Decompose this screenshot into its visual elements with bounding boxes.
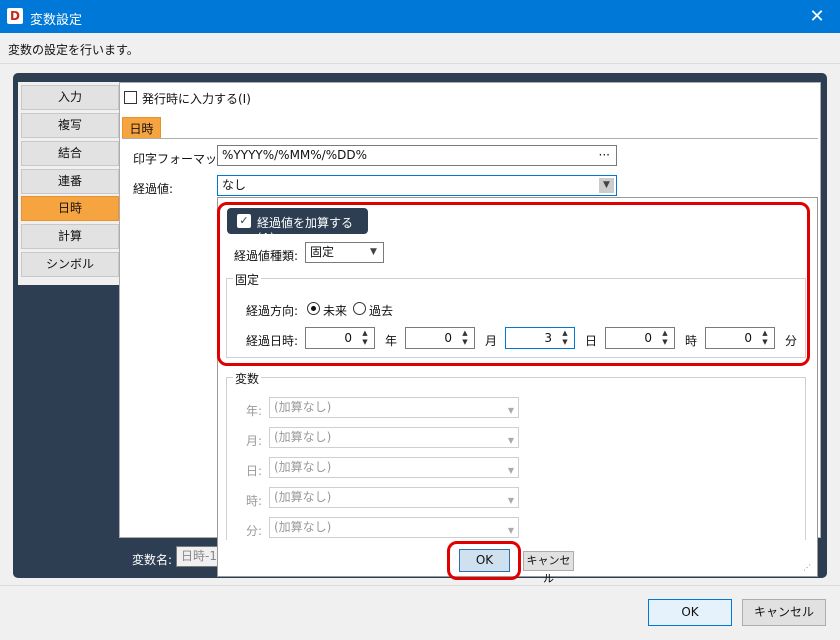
elapsed-value: なし	[222, 178, 247, 192]
tab-datetime[interactable]: 日時	[122, 117, 161, 139]
print-format-field[interactable]: %YYYY%/%MM%/%DD% ···	[217, 145, 617, 166]
spinner-arrows-icon[interactable]: ▲ ▼	[758, 329, 772, 347]
spin-minute-value: 0	[744, 331, 752, 345]
var-name-field[interactable]: 日時-1	[176, 546, 218, 567]
unit-hour: 時	[685, 334, 698, 348]
elapsed-select[interactable]: なし ▼	[217, 175, 617, 196]
unit-year: 年	[385, 334, 398, 348]
chevron-down-icon: ▼	[507, 496, 514, 505]
unit-day: 日	[585, 334, 598, 348]
format-browse-button[interactable]: ···	[599, 146, 610, 165]
var-month-select[interactable]: (加算なし) ▼	[269, 427, 519, 448]
spin-minute[interactable]: 0 ▲ ▼	[705, 327, 775, 349]
nav-item-symbol[interactable]: シンボル	[21, 252, 119, 277]
nav-item-join[interactable]: 結合	[21, 141, 119, 166]
variable-group-title: 変数	[233, 370, 262, 387]
print-format-value: %YYYY%/%MM%/%DD%	[222, 148, 368, 162]
type-label: 経過値種類:	[234, 249, 299, 263]
input-on-issue-label: 発行時に入力する(I)	[142, 92, 251, 106]
tab-divider	[122, 138, 818, 139]
direction-future-label: 未来	[323, 304, 348, 318]
unit-month: 月	[485, 334, 498, 348]
direction-past-radio[interactable]	[353, 302, 366, 315]
var-month-label: 月:	[246, 434, 263, 448]
checkmark-icon: ✓	[237, 214, 251, 228]
elapsed-label: 経過値:	[133, 182, 174, 196]
spinner-arrows-icon[interactable]: ▲ ▼	[558, 329, 572, 347]
nav-item-serial[interactable]: 連番	[21, 169, 119, 194]
spin-day-value: 3	[544, 331, 552, 345]
close-icon: ✕	[809, 6, 825, 27]
var-hour-value: (加算なし)	[274, 490, 332, 504]
chevron-down-icon: ▼	[370, 247, 377, 257]
add-elapsed-toggle[interactable]: ✓ 経過値を加算する(A)	[227, 208, 368, 245]
chevron-down-icon: ▼	[507, 526, 514, 535]
close-button[interactable]: ✕	[794, 0, 840, 33]
chevron-down-icon: ▼	[507, 406, 514, 415]
var-hour-select[interactable]: (加算なし) ▼	[269, 487, 519, 508]
app-icon: D	[7, 8, 23, 24]
direction-label: 経過方向:	[246, 304, 299, 318]
cancel-button[interactable]: キャンセル	[742, 599, 826, 626]
nav-item-datetime[interactable]: 日時	[21, 196, 119, 221]
ok-button[interactable]: OK	[648, 599, 732, 626]
var-minute-select[interactable]: (加算なし) ▼	[269, 517, 519, 538]
spin-month[interactable]: 0 ▲ ▼	[405, 327, 475, 349]
title-bar: D 変数設定 ✕	[0, 0, 840, 33]
var-year-select[interactable]: (加算なし) ▼	[269, 397, 519, 418]
spin-hour[interactable]: 0 ▲ ▼	[605, 327, 675, 349]
unit-minute: 分	[785, 334, 798, 348]
var-minute-value: (加算なし)	[274, 520, 332, 534]
nav-item-copy[interactable]: 複写	[21, 113, 119, 138]
spin-year-value: 0	[344, 331, 352, 345]
var-name-label: 変数名:	[132, 553, 173, 567]
chevron-down-icon: ▼	[599, 178, 614, 193]
var-year-label: 年:	[246, 404, 263, 418]
spinner-arrows-icon[interactable]: ▲ ▼	[458, 329, 472, 347]
var-hour-label: 時:	[246, 494, 263, 508]
var-month-value: (加算なし)	[274, 430, 332, 444]
add-elapsed-label: 経過値を加算する(A)	[257, 216, 354, 245]
var-day-select[interactable]: (加算なし) ▼	[269, 457, 519, 478]
input-on-issue-checkbox[interactable]	[124, 91, 137, 104]
description-text: 変数の設定を行います。	[8, 43, 139, 57]
spin-day[interactable]: 3 ▲ ▼	[505, 327, 575, 349]
description-bar: 変数の設定を行います。	[0, 33, 840, 64]
ok-highlight-box	[447, 541, 521, 580]
spinner-arrows-icon[interactable]: ▲ ▼	[658, 329, 672, 347]
resize-grip-icon[interactable]: ⋰	[803, 563, 811, 572]
var-day-label: 日:	[246, 464, 263, 478]
category-nav: 入力 複写 結合 連番 日時 計算 シンボル	[18, 82, 119, 285]
spin-year[interactable]: 0 ▲ ▼	[305, 327, 375, 349]
spin-month-value: 0	[444, 331, 452, 345]
spin-hour-value: 0	[644, 331, 652, 345]
type-value: 固定	[310, 245, 335, 259]
nav-item-calc[interactable]: 計算	[21, 224, 119, 249]
var-minute-label: 分:	[246, 524, 263, 538]
popup-cancel-button[interactable]: キャンセル	[523, 551, 574, 585]
fixed-group-title: 固定	[233, 271, 262, 288]
spinner-arrows-icon[interactable]: ▲ ▼	[358, 329, 372, 347]
window-title: 変数設定	[30, 13, 83, 28]
direction-past-label: 過去	[369, 304, 394, 318]
type-select[interactable]: 固定 ▼	[305, 242, 384, 263]
nav-item-input[interactable]: 入力	[21, 85, 119, 110]
var-day-value: (加算なし)	[274, 460, 332, 474]
datetime-label: 経過日時:	[246, 334, 299, 348]
chevron-down-icon: ▼	[507, 436, 514, 445]
var-year-value: (加算なし)	[274, 400, 332, 414]
direction-future-radio[interactable]	[307, 302, 320, 315]
chevron-down-icon: ▼	[507, 466, 514, 475]
